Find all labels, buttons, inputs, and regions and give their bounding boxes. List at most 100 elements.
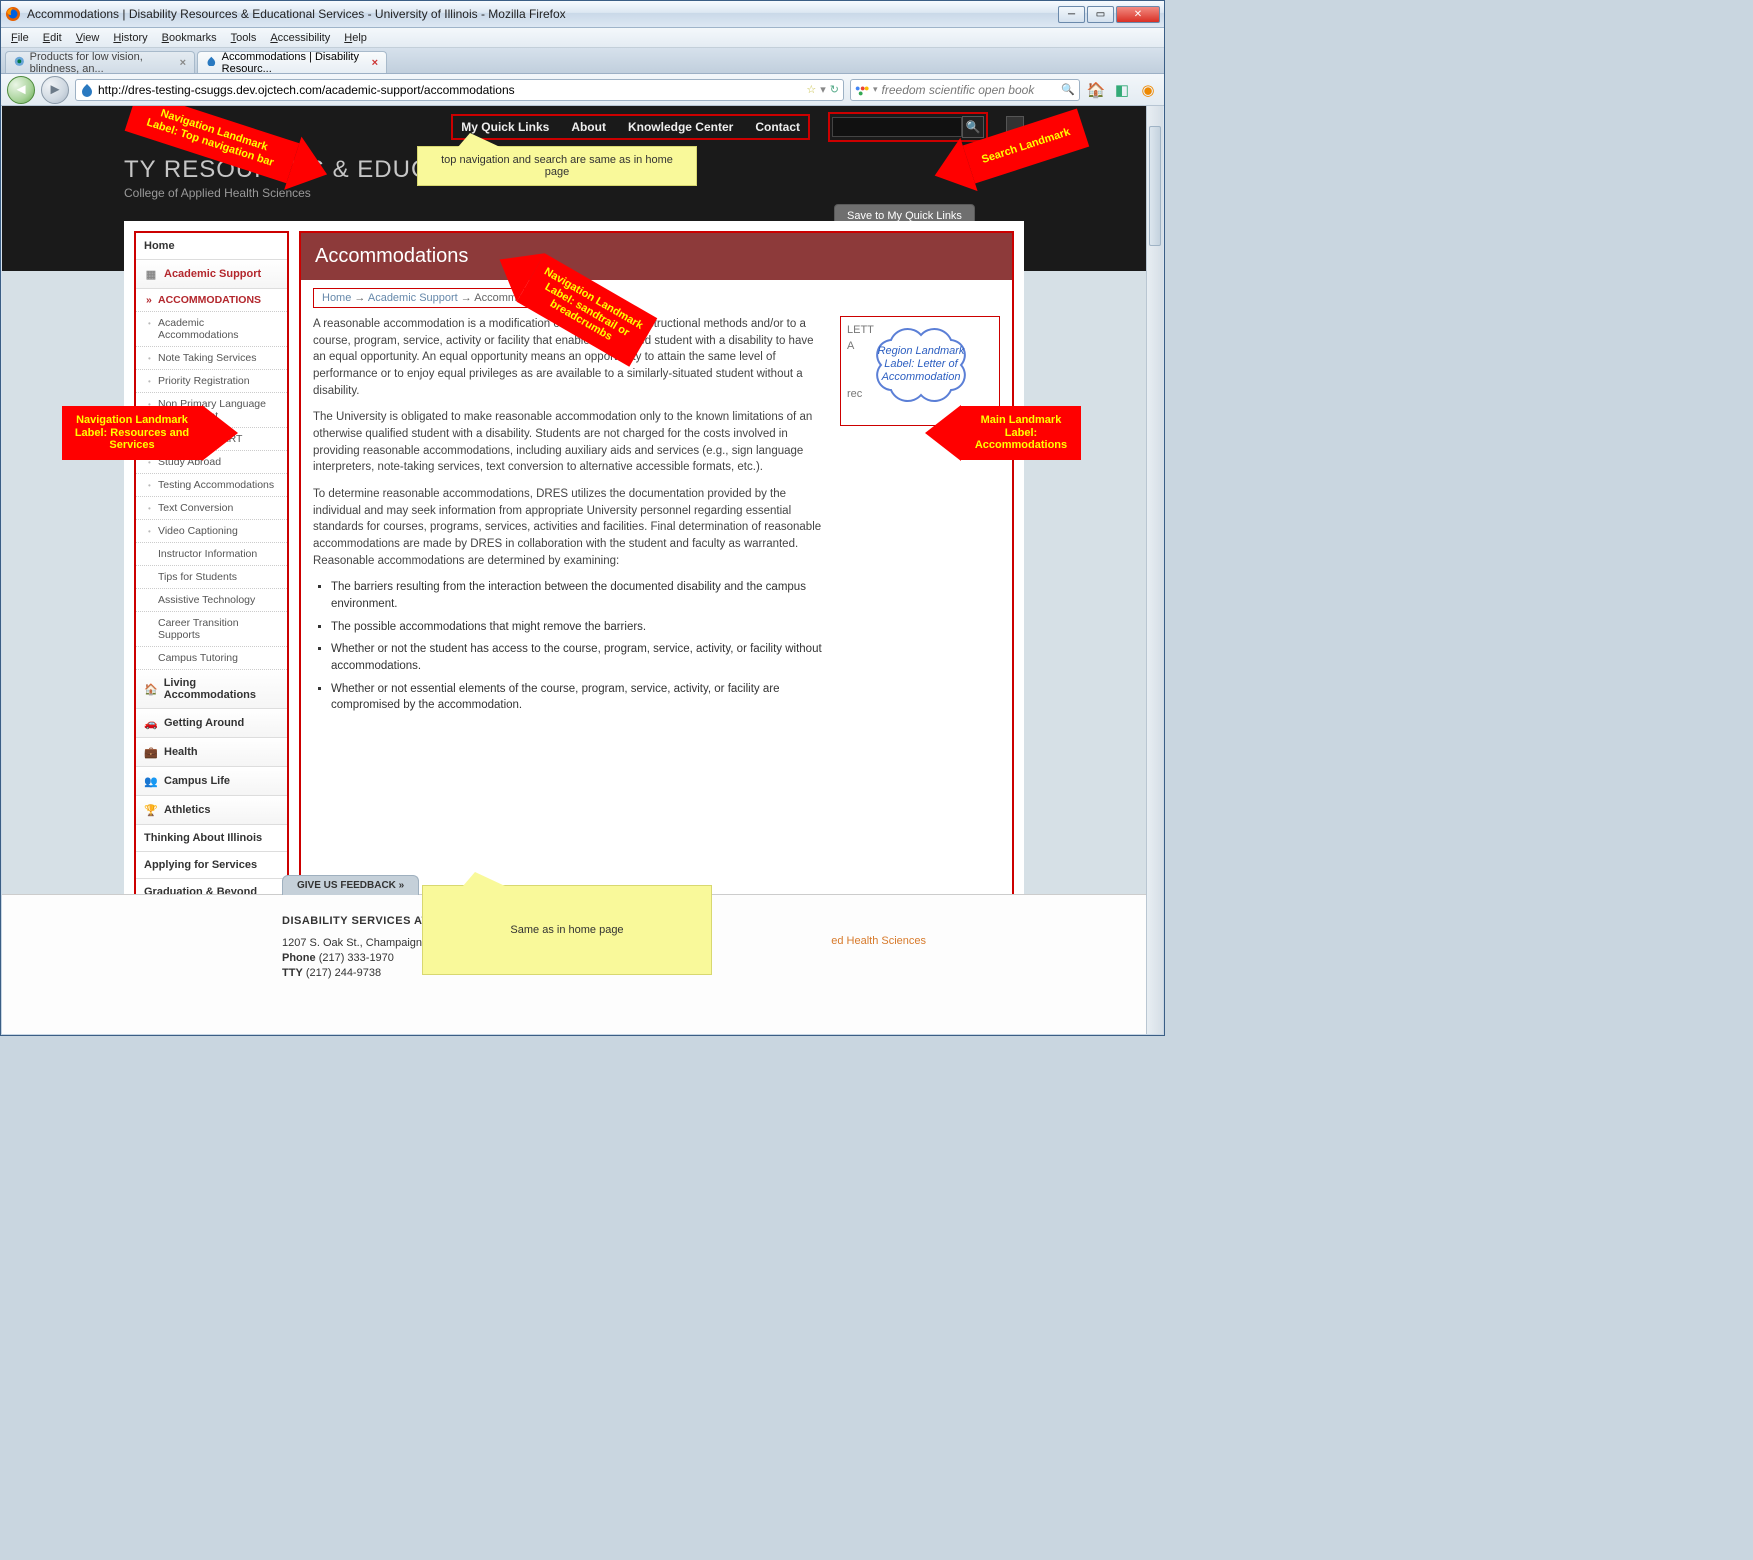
- reload-icon[interactable]: ↻: [830, 83, 839, 96]
- menu-help[interactable]: Help: [338, 30, 373, 46]
- sublist-item[interactable]: Study Abroad: [136, 451, 287, 474]
- dropdown-icon[interactable]: ▾: [873, 84, 878, 95]
- scrollbar-thumb[interactable]: [1149, 126, 1161, 246]
- browser-tab-1[interactable]: Products for low vision, blindness, an..…: [5, 51, 195, 73]
- tab-close-icon[interactable]: ×: [180, 57, 186, 69]
- topnav-link[interactable]: About: [571, 120, 606, 134]
- body-text: A reasonable accommodation is a modifica…: [313, 316, 828, 724]
- breadcrumb-mid[interactable]: Academic Support: [368, 292, 458, 304]
- sublist-item[interactable]: Video Captioning: [136, 520, 287, 543]
- tab-close-icon[interactable]: ×: [372, 57, 378, 69]
- sticky-top: top navigation and search are same as in…: [417, 146, 697, 186]
- sublist-item[interactable]: Academic Accommodations: [136, 312, 287, 347]
- users-icon: 👥: [144, 774, 158, 788]
- sidebar-item-academic-support[interactable]: ▦ Academic Support: [136, 260, 287, 289]
- feedback-tab[interactable]: GIVE US FEEDBACK »: [282, 875, 419, 895]
- sublist-item[interactable]: Non Primary Language Requirement: [136, 393, 287, 428]
- search-icon[interactable]: 🔍: [1061, 83, 1075, 96]
- maximize-button[interactable]: ▭: [1087, 6, 1114, 23]
- briefcase-icon: 💼: [144, 745, 158, 759]
- menu-history[interactable]: History: [107, 30, 153, 46]
- site-search-input[interactable]: [832, 117, 962, 137]
- top-navigation: My Quick Links About Knowledge Center Co…: [124, 112, 1024, 142]
- paragraph: To determine reasonable accommodations, …: [313, 486, 828, 569]
- search-engine-box[interactable]: ●●●● ▾ 🔍: [850, 79, 1080, 101]
- footer-tty: TTY (217) 244-9738: [282, 967, 1146, 979]
- breadcrumb-tail: Accommodations: [474, 292, 558, 304]
- page: My Quick Links About Knowledge Center Co…: [2, 106, 1146, 1034]
- bookmark-star-icon[interactable]: ☆: [806, 83, 816, 96]
- sidebar-item-health[interactable]: 💼Health: [136, 738, 287, 767]
- sublist-item[interactable]: Interpreting/CART: [136, 428, 287, 451]
- tab-label: Accommodations | Disability Resourc...: [222, 51, 367, 75]
- menu-tools[interactable]: Tools: [225, 30, 263, 46]
- favicon-eye-icon: [14, 56, 25, 70]
- url-input[interactable]: [98, 83, 802, 97]
- site-search-button[interactable]: 🔍: [962, 116, 984, 138]
- home-icon[interactable]: 🏠: [1086, 80, 1106, 100]
- sidebar-item-athletics[interactable]: 🏆Athletics: [136, 796, 287, 825]
- sidebar-sublist: ACCOMMODATIONS Academic Accommodations N…: [136, 289, 287, 670]
- sublist-item[interactable]: ACCOMMODATIONS: [136, 289, 287, 312]
- addon-icon[interactable]: ◧: [1112, 80, 1132, 100]
- sidebar-item-home[interactable]: Home: [136, 233, 287, 260]
- topnav-link[interactable]: Contact: [755, 120, 800, 134]
- page-viewport: My Quick Links About Knowledge Center Co…: [2, 106, 1146, 1034]
- menu-bookmarks[interactable]: Bookmarks: [156, 30, 223, 46]
- sublist-item[interactable]: Career Transition Supports: [136, 612, 287, 647]
- menu-accessibility[interactable]: Accessibility: [264, 30, 336, 46]
- search-engine-input[interactable]: [882, 83, 1058, 97]
- login-icon[interactable]: [1006, 116, 1024, 138]
- topnav-link[interactable]: Knowledge Center: [628, 120, 733, 134]
- minimize-button[interactable]: ─: [1058, 6, 1085, 23]
- sidebar-item-campus-life[interactable]: 👥Campus Life: [136, 767, 287, 796]
- trophy-icon: 🏆: [144, 803, 158, 817]
- sublist-item[interactable]: Instructor Information: [136, 543, 287, 566]
- letter-region: LETT A rec Region Landmark Label: Letter…: [840, 316, 1000, 426]
- vertical-scrollbar[interactable]: [1146, 106, 1163, 1034]
- footer-link[interactable]: ed Health Sciences: [831, 935, 926, 947]
- sublist-item[interactable]: Note Taking Services: [136, 347, 287, 370]
- google-icon: ●●●●: [855, 83, 869, 97]
- bullet-list: The barriers resulting from the interact…: [331, 579, 828, 714]
- menu-file[interactable]: File: [5, 30, 35, 46]
- sublist-item[interactable]: Testing Accommodations: [136, 474, 287, 497]
- sidebar-item-living[interactable]: 🏠Living Accommodations: [136, 670, 287, 709]
- dropdown-icon[interactable]: ▾: [820, 83, 826, 96]
- url-bar[interactable]: ☆ ▾ ↻: [75, 79, 844, 101]
- sublist-item[interactable]: Assistive Technology: [136, 589, 287, 612]
- sticky-bottom: Same as in home page: [422, 885, 712, 975]
- sublist-item[interactable]: Text Conversion: [136, 497, 287, 520]
- sidebar-item-thinking[interactable]: Thinking About Illinois: [136, 825, 287, 852]
- breadcrumb-home[interactable]: Home: [322, 292, 351, 304]
- bullet: Whether or not essential elements of the…: [331, 681, 828, 714]
- breadcrumb: Home → Academic Support → Accommodations: [313, 288, 568, 308]
- paragraph: A reasonable accommodation is a modifica…: [313, 316, 828, 399]
- browser-tab-2[interactable]: Accommodations | Disability Resourc... ×: [197, 51, 387, 73]
- breadcrumb-wrap: Home → Academic Support → Accommodations: [313, 288, 1000, 308]
- site-subtitle: College of Applied Health Sciences: [124, 186, 1024, 200]
- back-button[interactable]: ◄: [7, 76, 35, 104]
- firefox-icon: [5, 6, 21, 22]
- sublist-item[interactable]: Campus Tutoring: [136, 647, 287, 670]
- sublist-item[interactable]: Priority Registration: [136, 370, 287, 393]
- feed-icon[interactable]: ◉: [1138, 80, 1158, 100]
- sidebar-item-getting-around[interactable]: 🚗Getting Around: [136, 709, 287, 738]
- sidebar-item-applying[interactable]: Applying for Services: [136, 852, 287, 879]
- close-button[interactable]: ✕: [1116, 6, 1160, 23]
- browser-tabstrip: Products for low vision, blindness, an..…: [1, 48, 1164, 74]
- browser-toolbar: ◄ ► ☆ ▾ ↻ ●●●● ▾ 🔍 🏠 ◧ ◉: [1, 74, 1164, 106]
- page-heading: Accommodations: [301, 233, 1012, 280]
- bullet: The possible accommodations that might r…: [331, 619, 828, 636]
- menu-edit[interactable]: Edit: [37, 30, 68, 46]
- menu-view[interactable]: View: [70, 30, 106, 46]
- footer-address: 1207 S. Oak St., Champaign, IL 61820: [282, 937, 1146, 949]
- topnav-link[interactable]: My Quick Links: [461, 120, 549, 134]
- sublist-item[interactable]: Tips for Students: [136, 566, 287, 589]
- sidebar-nav: Home ▦ Academic Support ACCOMMODATIONS A…: [134, 231, 289, 935]
- paragraph: The University is obligated to make reas…: [313, 409, 828, 476]
- main-content: Accommodations Home → Academic Support →…: [299, 231, 1014, 911]
- body-aside: LETT A rec Region Landmark Label: Letter…: [840, 316, 1000, 724]
- forward-button[interactable]: ►: [41, 76, 69, 104]
- content-card: Home ▦ Academic Support ACCOMMODATIONS A…: [124, 221, 1024, 921]
